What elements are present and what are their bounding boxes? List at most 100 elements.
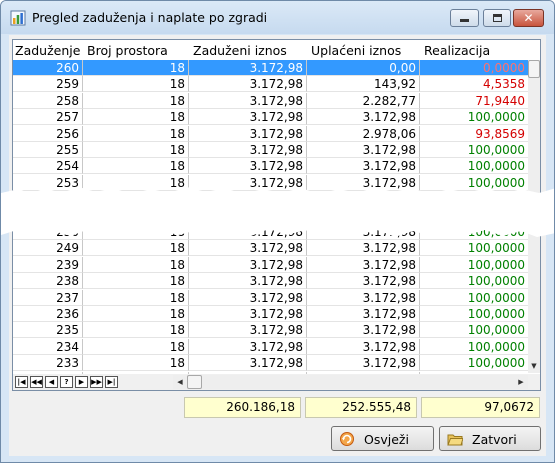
search-record-button[interactable]: ? xyxy=(60,376,73,388)
cell-zaduzeni[interactable]: 3.172,98 xyxy=(189,125,307,142)
cell-zaduzeni[interactable]: 3.172,98 xyxy=(189,322,307,339)
maximize-button[interactable] xyxy=(483,9,511,27)
cell-realizacija[interactable]: 100,0000 xyxy=(420,257,528,273)
cell-zaduzeni[interactable]: 3.172,98 xyxy=(189,273,307,290)
horizontal-scroll-thumb[interactable] xyxy=(187,375,202,389)
cell-realizacija[interactable]: 100,0000 xyxy=(420,158,528,175)
table-row[interactable]: 258 18 3.172,98 2.282,77 71,9440 xyxy=(13,92,528,109)
cell-zaduzenje[interactable]: 254 xyxy=(13,158,83,175)
column-header-zaduzenje[interactable]: Zaduženje xyxy=(15,43,80,58)
cell-realizacija[interactable]: 71,9440 xyxy=(420,93,528,109)
cell-broj[interactable]: 18 xyxy=(83,76,189,93)
minimize-button[interactable] xyxy=(450,9,479,27)
cell-realizacija[interactable]: 0,0000 xyxy=(420,60,528,76)
cell-uplaceni[interactable]: 3.172,98 xyxy=(307,273,420,290)
table-row[interactable]: 237 18 3.172,98 3.172,98 100,0000 xyxy=(13,289,528,306)
cell-uplaceni[interactable]: 3.172,98 xyxy=(307,322,420,339)
title-bar[interactable]: Pregled zaduženja i naplate po zgradi ✕ xyxy=(1,1,554,34)
column-header-uplaceni-iznos[interactable]: Uplaćeni iznos xyxy=(311,43,401,58)
cell-uplaceni[interactable]: 3.172,98 xyxy=(307,306,420,322)
table-row[interactable]: 255 18 3.172,98 3.172,98 100,0000 xyxy=(13,142,528,158)
close-button[interactable]: Zatvori xyxy=(439,426,541,451)
previous-record-button[interactable]: ◀ xyxy=(45,376,58,388)
cell-zaduzeni[interactable]: 3.172,98 xyxy=(189,92,307,109)
cell-realizacija[interactable]: 100,0000 xyxy=(420,273,528,290)
cell-zaduzeni[interactable]: 3.172,98 xyxy=(189,338,307,355)
cell-uplaceni[interactable]: 3.172,98 xyxy=(307,142,420,158)
table-row[interactable]: 249 18 3.172,98 3.172,98 100,0000 xyxy=(13,240,528,257)
cell-broj[interactable]: 18 xyxy=(83,338,189,355)
table-row[interactable]: 236 18 3.172,98 3.172,98 100,0000 xyxy=(13,306,528,322)
cell-zaduzeni[interactable]: 3.172,98 xyxy=(189,109,307,126)
cell-zaduzenje[interactable]: 233 xyxy=(13,355,83,372)
cell-zaduzenje[interactable]: 234 xyxy=(13,338,83,355)
cell-realizacija[interactable]: 4,5358 xyxy=(420,76,528,93)
cell-realizacija[interactable]: 93,8569 xyxy=(420,126,528,142)
cell-realizacija[interactable]: 100,0000 xyxy=(420,142,528,158)
cell-broj[interactable]: 18 xyxy=(83,322,189,339)
cell-zaduzeni[interactable]: 3.172,98 xyxy=(189,142,307,158)
cell-broj[interactable]: 18 xyxy=(83,142,189,158)
cell-uplaceni[interactable]: 3.172,98 xyxy=(307,158,420,175)
cell-zaduzeni[interactable]: 3.172,98 xyxy=(189,60,307,76)
cell-zaduzenje[interactable]: 257 xyxy=(13,109,83,126)
cell-zaduzeni[interactable]: 3.172,98 xyxy=(189,355,307,372)
cell-realizacija[interactable]: 100,0000 xyxy=(420,355,528,372)
next-record-button[interactable]: ▶ xyxy=(75,376,88,388)
column-header-broj-prostora[interactable]: Broj prostora xyxy=(87,43,168,58)
cell-zaduzenje[interactable]: 259 xyxy=(13,76,83,93)
table-row[interactable]: 234 18 3.172,98 3.172,98 100,0000 xyxy=(13,338,528,355)
cell-uplaceni[interactable]: 3.172,98 xyxy=(307,338,420,355)
cell-broj[interactable]: 18 xyxy=(83,60,189,76)
cell-realizacija[interactable]: 100,0000 xyxy=(420,322,528,339)
first-record-button[interactable]: |◀ xyxy=(15,376,28,388)
table-row[interactable]: 259 18 3.172,98 143,92 4,5358 xyxy=(13,76,528,93)
cell-zaduzenje[interactable]: 238 xyxy=(13,273,83,290)
cell-zaduzenje[interactable]: 237 xyxy=(13,289,83,306)
cell-broj[interactable]: 18 xyxy=(83,289,189,306)
cell-broj[interactable]: 18 xyxy=(83,92,189,109)
cell-uplaceni[interactable]: 2.978,06 xyxy=(307,125,420,142)
scroll-down-arrow[interactable]: ▼ xyxy=(528,359,540,373)
cell-uplaceni[interactable]: 0,00 xyxy=(307,60,420,76)
cell-zaduzenje[interactable]: 249 xyxy=(13,240,83,257)
cell-uplaceni[interactable]: 3.172,98 xyxy=(307,109,420,126)
cell-zaduzenje[interactable]: 256 xyxy=(13,125,83,142)
last-record-button[interactable]: ▶| xyxy=(105,376,118,388)
cell-realizacija[interactable]: 100,0000 xyxy=(420,240,528,257)
table-row[interactable]: 233 18 3.172,98 3.172,98 100,0000 xyxy=(13,355,528,372)
cell-broj[interactable]: 18 xyxy=(83,273,189,290)
table-row[interactable]: 239 18 3.172,98 3.172,98 100,0000 xyxy=(13,256,528,273)
cell-uplaceni[interactable]: 3.172,98 xyxy=(307,256,420,273)
cell-broj[interactable]: 18 xyxy=(83,306,189,322)
cell-uplaceni[interactable]: 2.282,77 xyxy=(307,92,420,109)
cell-zaduzenje[interactable]: 235 xyxy=(13,322,83,339)
cell-realizacija[interactable]: 100,0000 xyxy=(420,306,528,322)
table-row[interactable]: 254 18 3.172,98 3.172,98 100,0000 xyxy=(13,158,528,175)
cell-zaduzenje[interactable]: 258 xyxy=(13,92,83,109)
cell-zaduzeni[interactable]: 3.172,98 xyxy=(189,76,307,93)
cell-zaduzeni[interactable]: 3.172,98 xyxy=(189,256,307,273)
cell-zaduzenje[interactable]: 255 xyxy=(13,142,83,158)
column-header-zaduzeni-iznos[interactable]: Zaduženi iznos xyxy=(193,43,287,58)
cell-zaduzenje[interactable]: 239 xyxy=(13,256,83,273)
cell-uplaceni[interactable]: 3.172,98 xyxy=(307,355,420,372)
scroll-right-arrow[interactable]: ▶ xyxy=(514,375,528,389)
table-row[interactable]: 260 18 3.172,98 0,00 0,0000 xyxy=(13,60,528,77)
cell-broj[interactable]: 18 xyxy=(83,355,189,372)
cell-realizacija[interactable]: 100,0000 xyxy=(420,109,528,126)
cell-uplaceni[interactable]: 3.172,98 xyxy=(307,240,420,257)
cell-zaduzenje[interactable]: 236 xyxy=(13,306,83,322)
vertical-scroll-thumb[interactable] xyxy=(528,60,540,78)
page-back-button[interactable]: ◀◀ xyxy=(30,376,43,388)
close-window-button[interactable]: ✕ xyxy=(513,9,544,27)
cell-broj[interactable]: 18 xyxy=(83,256,189,273)
cell-broj[interactable]: 18 xyxy=(83,109,189,126)
cell-broj[interactable]: 18 xyxy=(83,240,189,257)
cell-zaduzeni[interactable]: 3.172,98 xyxy=(189,158,307,175)
page-forward-button[interactable]: ▶▶ xyxy=(90,376,103,388)
scroll-left-arrow[interactable]: ◀ xyxy=(173,375,187,389)
cell-zaduzeni[interactable]: 3.172,98 xyxy=(189,289,307,306)
table-row[interactable]: 238 18 3.172,98 3.172,98 100,0000 xyxy=(13,273,528,290)
cell-broj[interactable]: 18 xyxy=(83,158,189,175)
